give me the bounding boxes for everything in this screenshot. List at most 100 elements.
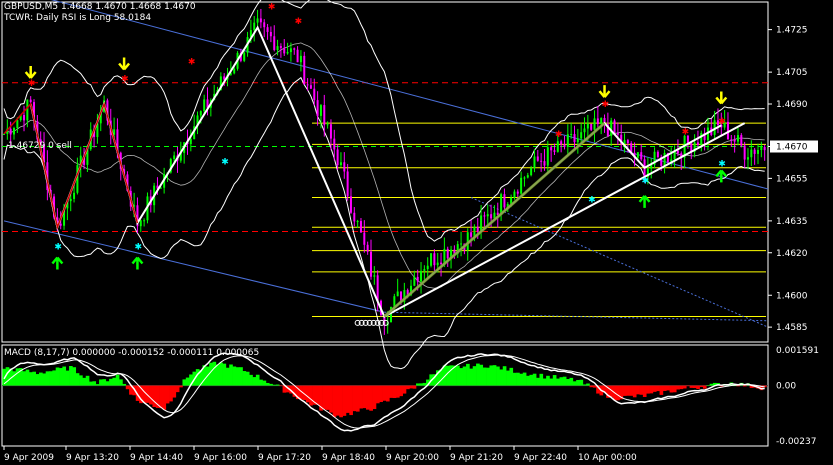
macd-histogram-bar — [325, 385, 330, 410]
macd-histogram-bar — [472, 366, 477, 386]
candle-body — [319, 105, 322, 116]
candle-body — [556, 141, 559, 152]
macd-histogram-bar — [556, 378, 560, 386]
macd-histogram-bar — [622, 385, 627, 396]
macd-histogram-bar — [689, 385, 694, 388]
macd-histogram-bar — [165, 385, 170, 404]
candle-body — [746, 157, 749, 160]
buy-signal-marker: ✱ — [642, 177, 650, 187]
candle-body — [373, 275, 376, 277]
macd-histogram-bar — [45, 371, 50, 386]
sell-signal-marker: ✱ — [28, 79, 36, 89]
macd-histogram-bar — [265, 382, 270, 386]
time-tick-label: 9 Apr 13:20 — [66, 453, 119, 463]
macd-histogram-bar — [35, 374, 40, 386]
sell-signal-marker: ✱ — [268, 2, 276, 12]
macd-histogram-bar — [82, 377, 87, 386]
candle-body — [436, 262, 439, 266]
macd-histogram-bar — [212, 361, 217, 386]
candle-body — [550, 147, 553, 151]
candle-body — [490, 214, 493, 219]
candle-body — [513, 191, 516, 198]
candle-body — [3, 133, 5, 135]
candle-body — [306, 84, 309, 86]
candle-body — [16, 120, 19, 129]
macd-histogram-bar — [692, 385, 697, 389]
candle-body — [750, 149, 753, 158]
macd-histogram-bar — [95, 384, 100, 386]
candle-body — [13, 128, 16, 135]
macd-histogram-bar — [352, 385, 357, 412]
candle-body — [269, 31, 272, 37]
candle-body — [486, 214, 489, 217]
macd-histogram-bar — [412, 385, 417, 389]
time-tick-label: 9 Apr 21:20 — [450, 453, 503, 463]
macd-histogram-bar — [736, 385, 740, 387]
candle-body — [740, 135, 743, 146]
macd-histogram-bar — [349, 385, 353, 416]
macd-histogram-bar — [219, 362, 223, 386]
macd-histogram-bar — [272, 384, 277, 386]
macd-histogram-bar — [506, 370, 510, 386]
sell-signal-marker: ✱ — [682, 128, 690, 138]
candle-body — [326, 124, 329, 126]
time-tick-label: 9 Apr 2009 — [4, 453, 54, 463]
macd-histogram-bar — [109, 378, 113, 386]
candle-body — [296, 49, 299, 63]
macd-histogram-bar — [255, 374, 260, 386]
macd-histogram-bar — [259, 379, 263, 386]
macd-histogram-bar — [396, 385, 400, 398]
candle-body — [346, 171, 349, 197]
macd-histogram-bar — [39, 372, 43, 386]
candle-body — [426, 265, 429, 270]
buy-signal-marker: ✱ — [718, 160, 726, 170]
macd-histogram-bar — [456, 365, 460, 386]
candle-body — [343, 162, 346, 172]
candle-body — [676, 150, 679, 154]
macd-histogram-bar — [62, 366, 67, 386]
candle-body — [430, 253, 433, 266]
candle-body — [23, 115, 26, 121]
candle-body — [376, 275, 379, 301]
macd-histogram-bar — [512, 372, 517, 386]
macd-histogram-bar — [682, 385, 687, 389]
macd-histogram-bar — [335, 385, 340, 416]
macd-histogram-bar — [119, 379, 123, 386]
macd-histogram-bar — [92, 381, 97, 386]
macd-histogram-bar — [59, 368, 63, 386]
candle-body — [433, 253, 436, 266]
buy-signal-marker: ✱ — [588, 196, 596, 206]
macd-histogram-bar — [209, 362, 213, 386]
macd-histogram-bar — [49, 371, 53, 386]
macd-histogram-bar — [75, 373, 80, 386]
macd-histogram-bar — [32, 371, 36, 386]
macd-histogram-bar — [662, 385, 667, 391]
macd-histogram-bar — [419, 383, 423, 386]
macd-histogram-bar — [275, 384, 280, 386]
macd-histogram-bar — [492, 365, 497, 386]
indicator-status: TCWR: Daily RSI is Long 58.0184 — [4, 13, 152, 23]
candle-body — [283, 47, 286, 54]
time-tick-label: 9 Apr 14:40 — [130, 453, 183, 463]
price-tick-label: 1.4620 — [776, 249, 808, 259]
candle-body — [359, 221, 362, 233]
macd-histogram-bar — [315, 385, 320, 405]
macd-histogram-bar — [262, 380, 267, 386]
price-tick-label: 1.4705 — [776, 68, 808, 78]
candle-body — [363, 232, 366, 245]
macd-histogram-bar — [576, 379, 580, 386]
candle-body — [303, 55, 306, 85]
macd-histogram-bar — [252, 377, 257, 386]
macd-histogram-bar — [562, 376, 567, 386]
price-tick-label: 1.4690 — [776, 100, 808, 110]
macd-histogram-bar — [482, 367, 487, 386]
candle-body — [476, 226, 479, 232]
macd-histogram-bar — [589, 385, 594, 388]
candle-body — [536, 156, 539, 161]
macd-histogram-bar — [342, 385, 347, 416]
forex-chart[interactable]: ✱ ✱ ✱ ✱ ✱ ✱ ✱ ✱ ✱ ✱ ✱ ✱ ✱ ✱ ✱ 1.4725 1.4705 1.4690 1.4670… — [0, 0, 833, 465]
macd-histogram-bar — [42, 373, 47, 386]
buy-signal-marker: ✱ — [221, 157, 229, 167]
candle-body — [563, 144, 566, 147]
candle-body — [580, 132, 583, 139]
